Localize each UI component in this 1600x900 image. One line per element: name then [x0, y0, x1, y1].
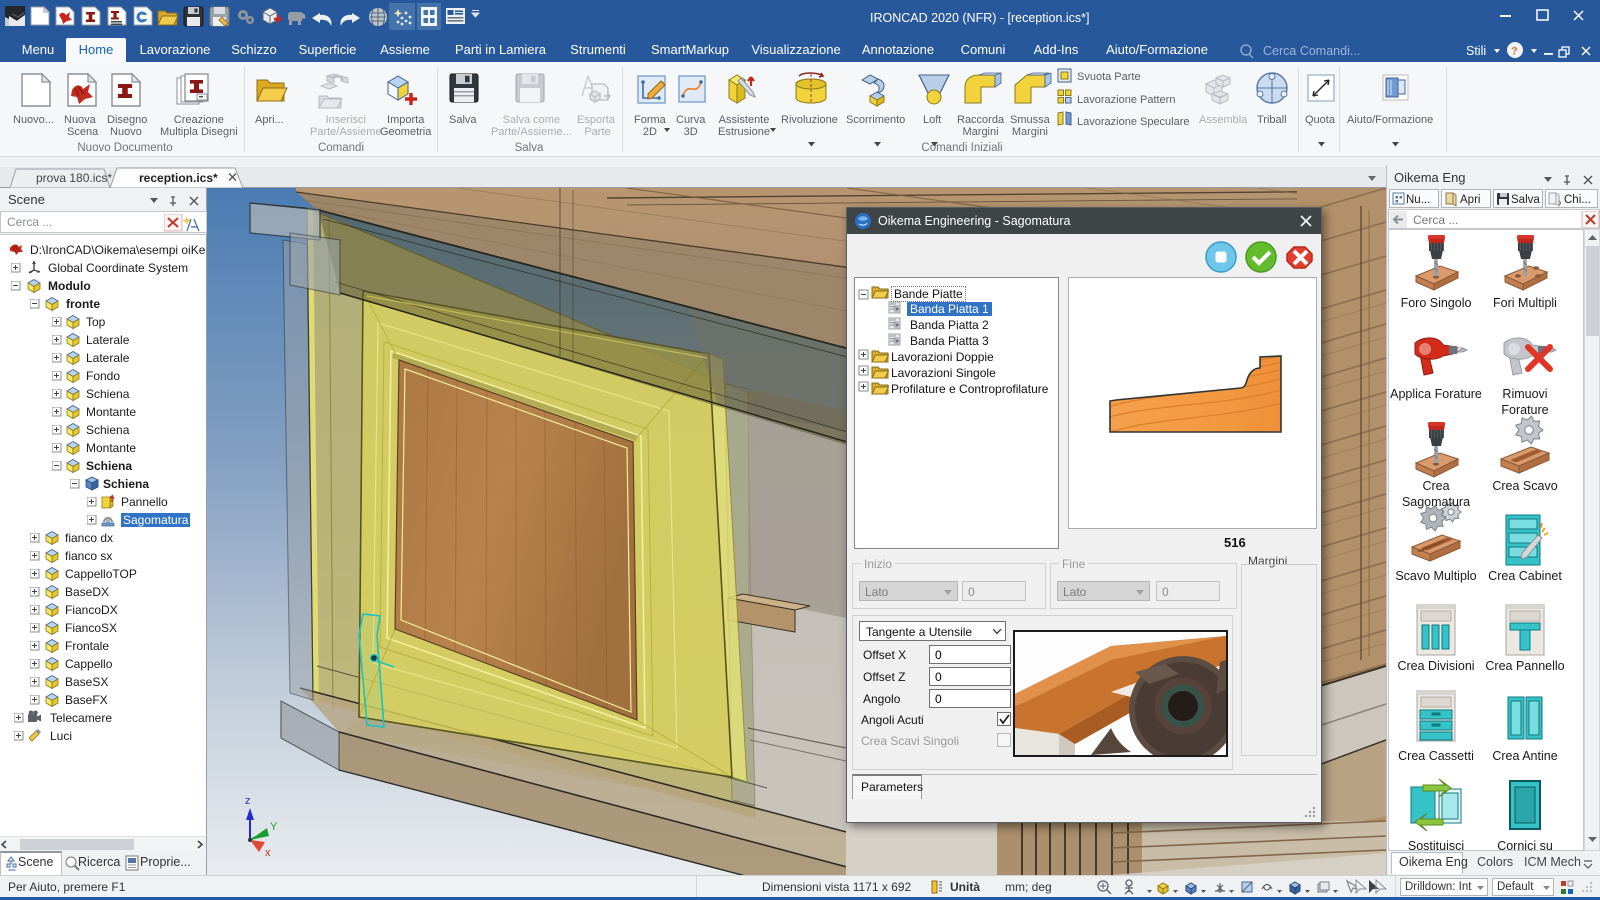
svg-text:Applica Forature: Applica Forature	[1390, 387, 1482, 401]
svg-text:x: x	[265, 847, 271, 859]
svg-text:Sagomatura: Sagomatura	[1402, 495, 1470, 509]
svg-text:Y: Y	[270, 821, 278, 833]
svg-text:Crea Scavo: Crea Scavo	[1492, 479, 1557, 493]
svg-text:Apri: Apri	[1460, 194, 1480, 206]
svg-text:Fori Multipli: Fori Multipli	[1493, 296, 1557, 310]
svg-text:Rimuovi: Rimuovi	[1502, 387, 1547, 401]
svg-text:Salva: Salva	[1511, 194, 1540, 206]
svg-text:Crea Antine: Crea Antine	[1492, 749, 1557, 763]
svg-text:Scavo Multiplo: Scavo Multiplo	[1395, 569, 1476, 583]
svg-text:prova 180.ics*: prova 180.ics*	[36, 171, 112, 185]
svg-text:Cerca ...: Cerca ...	[1413, 213, 1458, 227]
svg-text:Sostituisci: Sostituisci	[1408, 839, 1464, 850]
svg-text:Chi...: Chi...	[1564, 194, 1591, 206]
svg-text:Cornici su: Cornici su	[1497, 839, 1553, 850]
svg-text:Crea Pannello: Crea Pannello	[1485, 659, 1564, 673]
svg-text:Crea Divisioni: Crea Divisioni	[1397, 659, 1474, 673]
svg-text:Stili: Stili	[1466, 44, 1486, 58]
svg-text:Cerca Comandi...: Cerca Comandi...	[1263, 44, 1360, 58]
svg-text:Crea Cabinet: Crea Cabinet	[1488, 569, 1562, 583]
svg-text:?: ?	[1511, 46, 1518, 58]
svg-text:Forature: Forature	[1501, 403, 1548, 417]
svg-text:z: z	[245, 795, 251, 807]
svg-text:Crea: Crea	[1422, 479, 1449, 493]
svg-text:Nu...: Nu...	[1406, 194, 1430, 206]
svg-text:reception.ics*: reception.ics*	[139, 171, 218, 185]
svg-text:Crea Cassetti: Crea Cassetti	[1398, 749, 1474, 763]
svg-text:Foro Singolo: Foro Singolo	[1401, 296, 1472, 310]
